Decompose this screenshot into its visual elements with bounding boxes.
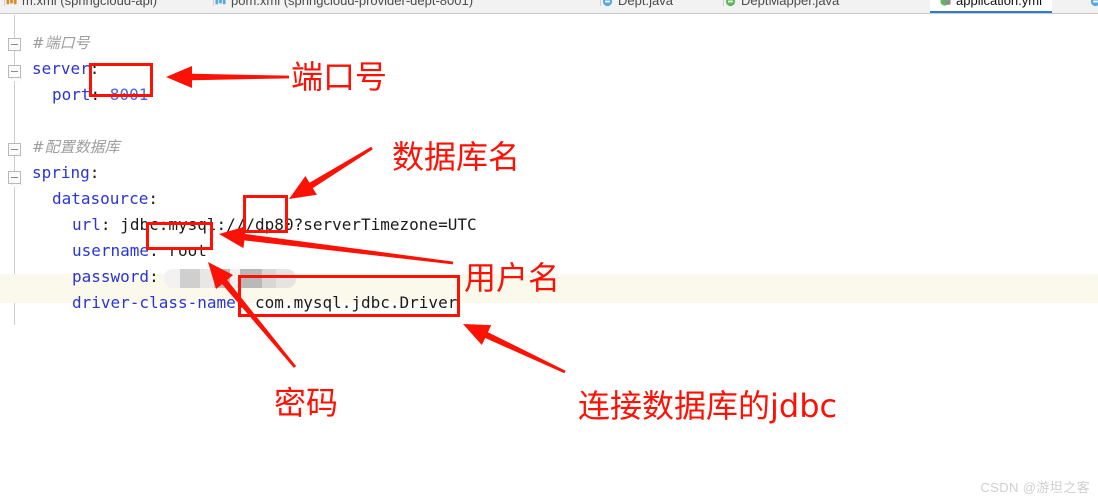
editor-tab-pom-xml-springcloud-provider-dept-8001[interactable]: pom.xml (springcloud-provider-dept-8001) (205, 0, 483, 13)
yaml-comment: #配置数据库 (32, 138, 120, 156)
csdn-watermark: CSDN @游坦之客 (980, 480, 1090, 495)
code-fold-toggle-icon[interactable] (8, 65, 21, 78)
tab-separator (213, 0, 214, 6)
yaml-key: port (52, 85, 91, 104)
tab-separator (723, 0, 724, 6)
yaml-colon: : (149, 267, 159, 286)
label-jdbc: 连接数据库的jdbc (578, 387, 838, 425)
code-line-blank[interactable] (32, 111, 42, 130)
code-line[interactable]: server: (32, 59, 99, 78)
editor-tab-m-xml-springcloud-api[interactable]: m.xml (springcloud-api) (0, 0, 167, 13)
yaml-colon: : (89, 163, 100, 182)
yaml-value: jdbc:mysql:///dp80?serverTimezone=UTC (110, 215, 477, 234)
yaml-colon: : (89, 59, 100, 78)
yaml-colon: : (149, 241, 159, 260)
yaml-key: datasource (52, 189, 149, 208)
java-class-icon (1090, 0, 1098, 6)
yaml-key: spring (32, 163, 90, 182)
yaml-key: server (32, 59, 90, 78)
code-fold-toggle-icon[interactable] (8, 171, 21, 184)
label-username: 用户名 (464, 259, 561, 297)
code-line[interactable]: #端口号 (32, 33, 90, 53)
editor-tab-extra[interactable] (1080, 0, 1098, 13)
yaml-key: username (72, 241, 150, 260)
yaml-value: com.mysql.jdbc.Driver (245, 293, 458, 312)
code-line[interactable]: password: (72, 267, 159, 286)
editor-tab-strip[interactable]: m.xml (springcloud-api) pom.xml (springcl… (0, 0, 1098, 14)
yaml-colon: : (100, 215, 111, 234)
mosaic-block (214, 269, 230, 288)
editor-tab-deptmapper-java[interactable]: DeptMapper.java (715, 0, 849, 13)
code-fold-toggle-icon[interactable] (8, 38, 21, 51)
editor-tab-application-yml[interactable]: application.yml (930, 0, 1052, 13)
password-masked-value (164, 269, 296, 288)
mosaic-block (230, 269, 240, 288)
code-line[interactable]: url: jdbc:mysql:///dp80?serverTimezone=U… (72, 215, 477, 234)
yaml-file-icon (940, 0, 951, 6)
editor-tab-label: pom.xml (springcloud-provider-dept-8001) (231, 0, 474, 8)
tab-separator (4, 0, 5, 6)
mosaic-block (240, 269, 262, 288)
java-class-icon (602, 0, 613, 6)
editor-tab-label: m.xml (springcloud-api) (22, 0, 158, 8)
code-editor-surface[interactable]: #端口号 server: port: 8001 #配置数据库 spring: datas… (0, 15, 1098, 502)
label-password: 密码 (274, 384, 339, 422)
editor-tab-label: Dept.java (618, 0, 673, 8)
mosaic-block (276, 269, 296, 288)
yaml-comment: #端口号 (32, 34, 90, 52)
yaml-colon: : (235, 293, 246, 312)
label-dbname: 数据库名 (392, 138, 521, 176)
code-line[interactable]: driver-class-name: com.mysql.jdbc.Driver (72, 293, 457, 312)
code-fold-toggle-icon[interactable] (8, 143, 21, 156)
maven-xml-icon (6, 0, 17, 4)
code-line[interactable]: username: root (72, 241, 207, 260)
code-line[interactable]: datasource: (52, 189, 158, 208)
yaml-colon: : (90, 85, 101, 104)
editor-tab-dept-java[interactable]: Dept.java (592, 0, 683, 13)
mosaic-block (164, 269, 180, 288)
yaml-colon: : (148, 189, 158, 208)
code-line[interactable]: port: 8001 (52, 85, 148, 104)
editor-gutter[interactable] (0, 15, 24, 502)
tab-separator (600, 0, 601, 6)
yaml-key: url (72, 215, 101, 234)
editor-tab-label: application.yml (956, 0, 1042, 8)
label-port: 端口号 (291, 58, 388, 96)
yaml-value: root (158, 241, 207, 260)
yaml-key: driver-class-name (72, 293, 236, 312)
yaml-key: password (72, 267, 150, 286)
java-interface-icon (725, 0, 736, 6)
maven-xml-icon (215, 0, 226, 4)
code-line[interactable]: #配置数据库 (32, 137, 120, 157)
mosaic-block (262, 269, 276, 288)
mosaic-block (200, 269, 214, 288)
mosaic-block (180, 269, 200, 288)
yaml-value: 8001 (100, 85, 149, 104)
code-line[interactable]: spring: (32, 163, 99, 182)
editor-tab-label: DeptMapper.java (741, 0, 840, 8)
